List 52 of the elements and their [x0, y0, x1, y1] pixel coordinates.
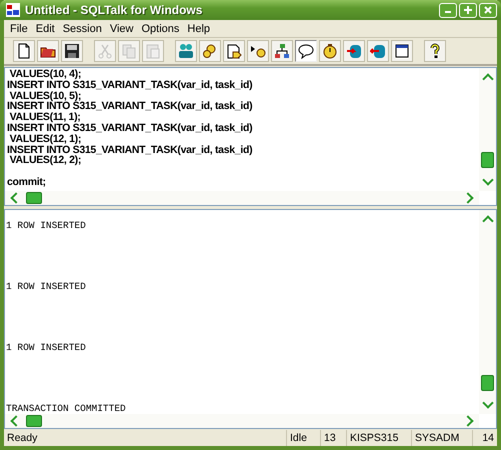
horizontal-scrollbar[interactable]	[5, 414, 479, 428]
menu-item[interactable]: Edit	[32, 22, 59, 34]
app-icon	[5, 2, 21, 18]
output-message: TRANSACTION COMMITTED	[6, 403, 127, 414]
toolbar-button[interactable]	[424, 40, 446, 62]
people-icon	[178, 43, 194, 59]
menu-item[interactable]: Options	[138, 22, 184, 34]
window-title: Untitled - SQLTalk for Windows	[25, 3, 204, 17]
toolbar-button[interactable]	[295, 40, 317, 62]
toolbar-button[interactable]	[13, 40, 35, 62]
toolbar-button[interactable]	[61, 40, 83, 62]
toolbar-button[interactable]	[391, 40, 413, 62]
copy-icon	[121, 43, 137, 59]
toolbar-button[interactable]	[223, 40, 245, 62]
toolbar-button[interactable]	[319, 40, 341, 62]
status-message: Ready	[6, 430, 38, 446]
vertical-scrollbar[interactable]	[479, 210, 496, 414]
menu-item[interactable]: File	[6, 22, 32, 34]
status-database: KISPS315	[346, 430, 411, 446]
toolbar-button[interactable]	[271, 40, 293, 62]
menu-item[interactable]: View	[106, 22, 138, 34]
page-icon	[16, 43, 32, 59]
speech-bubble-icon	[298, 43, 314, 59]
horizontal-scrollbar[interactable]	[5, 191, 479, 205]
status-state: Idle	[286, 430, 320, 446]
menu-item[interactable]: Session	[58, 22, 106, 34]
maximize-button[interactable]	[459, 2, 477, 18]
database-arrow-icon	[346, 43, 362, 59]
toolbar-button[interactable]	[247, 40, 269, 62]
toolbar-button[interactable]	[199, 40, 221, 62]
output-message: 1 ROW INSERTED	[6, 342, 87, 354]
scissors-icon	[97, 43, 113, 59]
page-arrow-icon	[226, 43, 242, 59]
database-arrow-icon	[370, 43, 386, 59]
status-field: 13	[320, 430, 346, 446]
menu-item[interactable]: Help	[183, 22, 214, 34]
close-button[interactable]	[479, 2, 497, 18]
close-icon	[483, 5, 493, 15]
minimize-button[interactable]	[439, 2, 457, 18]
vertical-scrollbar[interactable]	[479, 68, 496, 191]
window-icon	[394, 43, 410, 59]
output-message: 1 ROW INSERTED	[6, 220, 87, 232]
output-message: 1 ROW INSERTED	[6, 281, 87, 293]
hierarchy-icon	[274, 43, 290, 59]
status-field: 14	[472, 430, 497, 446]
sql-editor-text[interactable]: VALUES(10, 4); INSERT INTO S315_VARIANT_TASK(var_id, task_id) VALUES(10, 5); INSERT INTO S315_VARIANT_TASK(var_id, task_id) VALUES(11, 1); INSERT INTO S315_VARIANT_TASK(var_id, task_id) VALUES(12, 1); INSERT INTO S315_VARIANT_TASK(var_id, task_id) VALUES(12, 2); commit;	[5, 68, 479, 191]
step-arrow-icon	[250, 43, 266, 59]
status-user: SYSADM	[411, 430, 472, 446]
stopwatch-icon	[322, 43, 338, 59]
plus-icon	[463, 5, 473, 15]
toolbar-button[interactable]	[37, 40, 59, 62]
clipboard-icon	[145, 43, 161, 59]
